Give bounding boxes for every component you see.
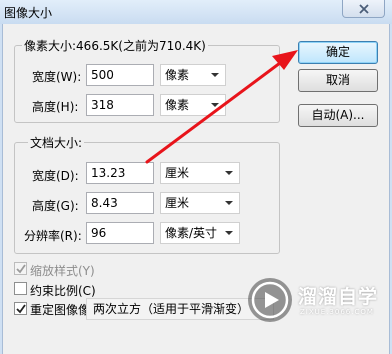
scale-styles-checkbox[interactable] [14, 262, 27, 275]
pixel-height-label: 高度(H): [32, 100, 79, 114]
auto-button[interactable]: 自动(A)... [298, 104, 378, 127]
scale-styles-label: 缩放样式(Y) [30, 264, 95, 278]
chevron-down-icon [211, 73, 219, 77]
resolution-label: 分辨率(R): [24, 229, 82, 243]
watermark-brand: 溜溜自学 [298, 286, 379, 308]
watermark-logo-icon [248, 278, 292, 322]
chevron-down-icon [225, 201, 233, 205]
window-title: 图像大小 [4, 6, 53, 20]
doc-width-label: 宽度(D): [32, 169, 79, 183]
watermark-url: ZIXUE.3066.COM [300, 308, 374, 316]
doc-height-unit-value: 厘米 [165, 196, 190, 210]
pixel-height-unit-value: 像素 [165, 98, 190, 112]
checkmark-icon [16, 304, 26, 314]
resample-checkbox[interactable] [14, 302, 27, 315]
doc-width-unit-value: 厘米 [165, 166, 190, 180]
watermark: 溜溜自学 ZIXUE.3066.COM [248, 276, 388, 332]
checkmark-icon [16, 264, 26, 274]
constrain-proportions-label: 约束比例(C) [30, 284, 96, 298]
pixel-height-input[interactable]: 318 [86, 94, 154, 116]
chevron-down-icon [211, 103, 219, 107]
cancel-button[interactable]: 取消 [298, 69, 378, 92]
resample-method-value: 两次立方（适用于平滑渐变） [93, 302, 250, 316]
document-size-legend: 文档大小: [28, 134, 85, 151]
resolution-unit-select[interactable]: 像素/英寸 [160, 222, 240, 244]
ok-button[interactable]: 确定 [298, 41, 378, 64]
doc-width-unit-select[interactable]: 厘米 [160, 162, 240, 184]
doc-height-unit-select[interactable]: 厘米 [160, 192, 240, 214]
constrain-proportions-checkbox[interactable] [14, 282, 27, 295]
close-icon [359, 4, 369, 14]
pixel-width-unit-value: 像素 [165, 68, 190, 82]
title-bar: 图像大小 [0, 0, 392, 24]
pixel-dimensions-legend: 像素大小:466.5K(之前为710.4K) [22, 37, 208, 54]
pixel-width-unit-select[interactable]: 像素 [160, 64, 226, 86]
doc-height-input[interactable]: 8.43 [86, 192, 154, 214]
resolution-unit-value: 像素/英寸 [165, 226, 218, 240]
pixel-height-unit-select[interactable]: 像素 [160, 94, 226, 116]
pixel-width-input[interactable]: 500 [86, 64, 154, 86]
chevron-down-icon [225, 231, 233, 235]
chevron-down-icon [225, 171, 233, 175]
doc-width-input[interactable]: 13.23 [86, 162, 154, 184]
resolution-input[interactable]: 96 [86, 222, 154, 244]
close-button[interactable] [342, 0, 385, 18]
pixel-width-label: 宽度(W): [32, 70, 82, 84]
resample-method-select[interactable]: 两次立方（适用于平滑渐变） [86, 298, 274, 320]
doc-height-label: 高度(G): [32, 199, 79, 213]
